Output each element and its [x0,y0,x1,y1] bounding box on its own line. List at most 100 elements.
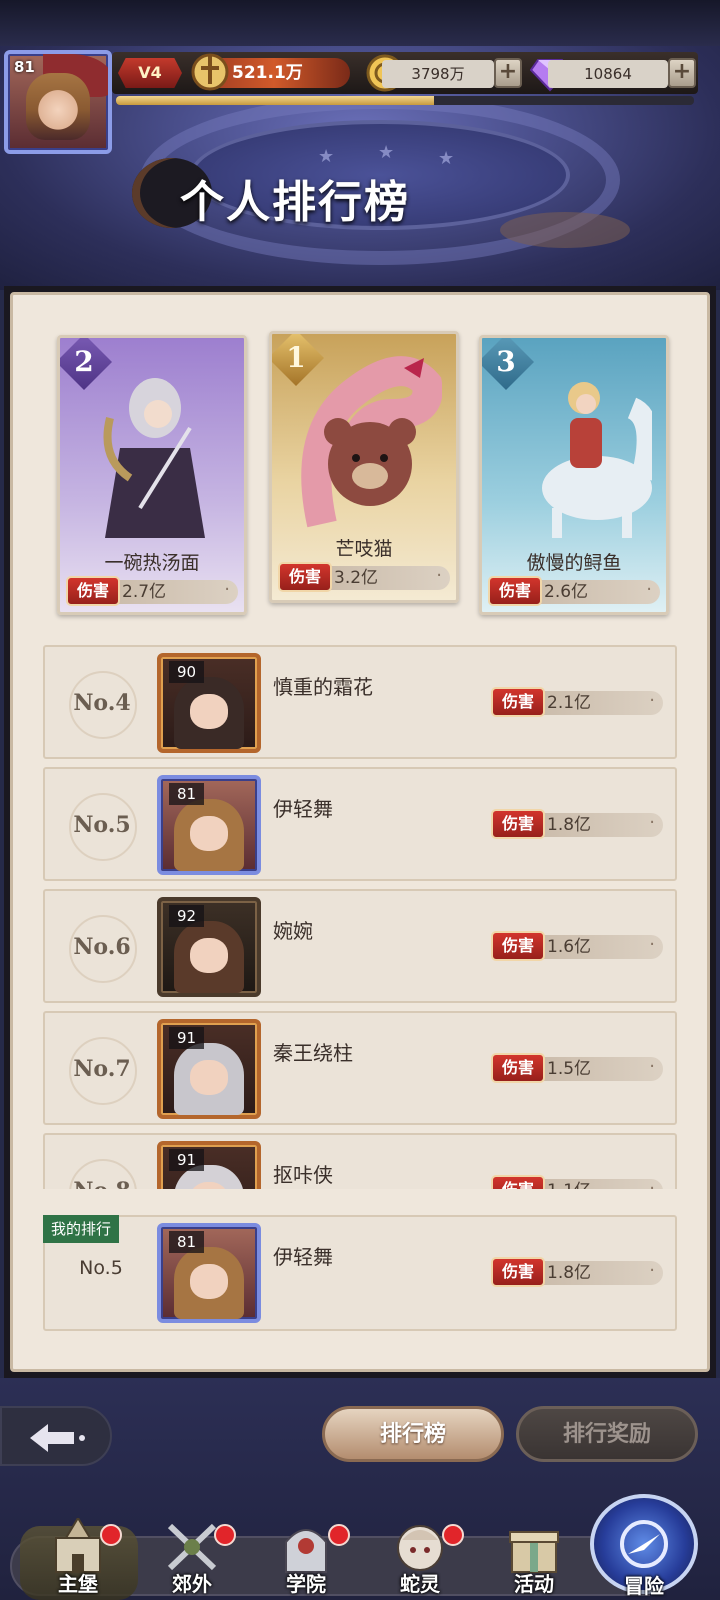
portrait-level: 91 [169,1149,205,1171]
list-fade [43,1189,677,1205]
snake-spirit-icon [397,1525,443,1571]
portrait-level: 91 [169,1027,205,1049]
damage-value: 1.1亿 [539,1177,663,1189]
player-name: 慎重的霜花 [273,675,373,699]
face-shape [189,937,229,973]
podium-card-3[interactable]: 3 傲慢的鲟鱼 2.6亿 伤害 [479,335,669,615]
list-item[interactable]: No.5 81 伊轻舞 1.8亿 伤害 [43,767,677,881]
player-portrait[interactable]: 81 [157,775,261,875]
tab-ranking-rewards[interactable]: 排行奖励 [516,1406,698,1462]
gift-box-icon [509,1531,559,1573]
notification-dot [328,1524,350,1546]
damage-tag: 伤害 [491,1175,545,1189]
tab-ranking[interactable]: 排行榜 [322,1406,504,1462]
academy-icon [285,1529,327,1573]
damage-value: 1.5亿 [539,1055,663,1081]
player-portrait[interactable]: 92 [157,897,261,997]
top-band [0,0,720,46]
my-portrait[interactable]: 81 [157,1223,261,1323]
player-name: 伊轻舞 [273,797,333,821]
player-portrait[interactable]: 90 [157,653,261,753]
back-button[interactable] [0,1406,112,1466]
damage-tag: 伤害 [66,576,120,606]
page-title: 个人排行榜 [180,177,410,228]
rank-number: No.5 [59,791,145,861]
nav-label: 蛇灵 [400,1572,440,1596]
portrait-level: 90 [169,661,205,683]
player-level: 81 [14,58,35,76]
nav-label: 活动 [514,1572,554,1596]
podium-score-3: 2.6亿 伤害 [488,576,660,606]
hero-art-swordsman [103,378,205,538]
damage-value: 1.8亿 [539,1259,663,1285]
crossed-swords-icon [167,1523,217,1571]
damage-tag: 伤害 [491,1053,545,1083]
nav-label: 郊外 [172,1572,212,1596]
my-name: 伊轻舞 [273,1245,333,1269]
nav-item-adventure[interactable]: 冒险 [584,1494,704,1600]
coin-decoration [500,212,630,248]
score-cell: 2.1亿 伤害 [491,687,663,717]
compass-icon [620,1520,668,1568]
nav-item-outskirts[interactable]: 郊外 [140,1516,244,1600]
player-name: 婉婉 [273,919,313,943]
nav-label: 冒险 [624,1574,664,1598]
nav-item-academy[interactable]: 学院 [254,1516,358,1600]
player-portrait[interactable]: 91 [157,1141,261,1189]
list-item[interactable]: No.6 92 婉婉 1.6亿 伤害 [43,889,677,1003]
add-gold-button[interactable]: + [494,58,522,88]
vip-badge[interactable]: V4 [118,58,182,88]
back-arrow-icon [30,1424,85,1452]
add-gems-button[interactable]: + [668,58,696,88]
list-item[interactable]: No.7 91 秦王绕柱 1.5亿 伤害 [43,1011,677,1125]
rank-list[interactable]: No.4 90 慎重的霜花 2.1亿 伤害 No.5 81 [43,645,677,1189]
face-shape [189,1263,229,1299]
player-name: 抠咔侠 [273,1163,333,1187]
damage-tag: 伤害 [491,1257,545,1287]
my-rank-number: No.5 [79,1257,123,1279]
gold-amount: 3798万 [382,60,494,88]
portrait-level: 81 [169,1231,205,1253]
damage-tag: 伤害 [491,809,545,839]
my-rank-row[interactable]: 我的排行 No.5 81 伊轻舞 1.8亿 伤害 [43,1215,677,1331]
rank-number: No.4 [59,669,145,739]
rank-number: No.6 [59,913,145,983]
score-cell: 1.1亿 伤害 [491,1175,663,1189]
damage-value: 2.6亿 [536,578,660,604]
nav-item-snake-spirit[interactable]: 蛇灵 [368,1516,472,1600]
player-avatar[interactable]: 81 [4,50,112,154]
score-cell: 1.8亿 伤害 [491,809,663,839]
face-shape [189,1059,229,1095]
podium-name-2: 一碗热汤面 [104,552,200,574]
face-shape [26,73,90,141]
player-portrait[interactable]: 91 [157,1019,261,1119]
podium-card-2[interactable]: 2 一碗热汤面 2.7亿 伤害 [57,335,247,615]
podium-card-1[interactable]: 1 芒吱猫 3.2亿 伤害 [269,331,459,603]
damage-tag: 伤害 [491,687,545,717]
nav-label: 主堡 [58,1572,98,1596]
damage-tag: 伤害 [278,562,332,592]
damage-tag: 伤害 [491,931,545,961]
score-cell: 1.8亿 伤害 [491,1257,663,1287]
sword-icon [191,53,229,91]
score-cell: 1.6亿 伤害 [491,931,663,961]
podium-name-1: 芒吱猫 [335,538,393,560]
podium-name-3: 傲慢的鲟鱼 [526,552,622,574]
face-shape [189,693,229,729]
leaderboard-panel: 2 一碗热汤面 2.7亿 伤害 1 [4,286,716,1378]
my-rank-label: 我的排行 [43,1215,120,1243]
list-item[interactable]: No.8 91 抠咔侠 1.1亿 伤害 [43,1133,677,1189]
notification-dot [214,1524,236,1546]
portrait-level: 81 [169,783,205,805]
list-item[interactable]: No.4 90 慎重的霜花 2.1亿 伤害 [43,645,677,759]
page-title-wrap: 个人排行榜 [132,158,462,228]
nav-item-events[interactable]: 活动 [482,1516,586,1600]
nav-item-castle[interactable]: 主堡 [20,1516,138,1600]
hero-art-snake-bear [301,356,442,528]
notification-dot [442,1524,464,1546]
rank-number: No.7 [59,1035,145,1105]
damage-value: 2.1亿 [539,689,663,715]
bottom-bar: 排行榜 排行奖励 主堡 郊外 学院 蛇灵 活动 冒险 [0,1378,720,1600]
damage-value: 2.7亿 [114,578,238,604]
hero-art-rider [542,382,652,538]
